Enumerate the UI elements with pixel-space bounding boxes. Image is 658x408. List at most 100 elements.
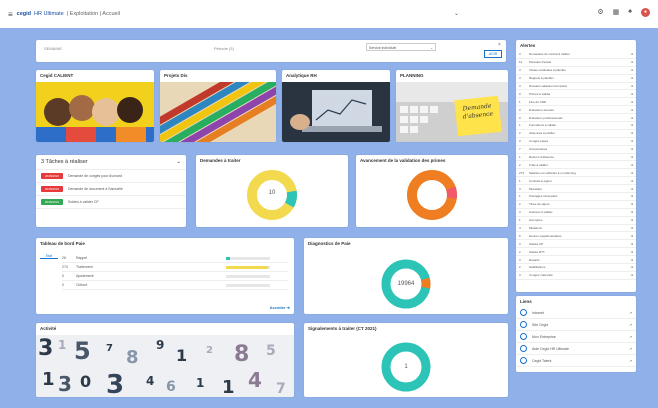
tab-etat[interactable]: Etat — [40, 254, 58, 259]
task-row[interactable]: 20/09/2022 Demande de congés pour Avonar… — [36, 170, 186, 183]
chevron-right-icon[interactable]: ➜ — [630, 258, 633, 262]
alert-item[interactable]: 6 Heures supplémentaires ➜ — [516, 232, 636, 241]
alert-item[interactable]: 2 Titres de séjour ➜ — [516, 201, 636, 209]
table-row[interactable]: 0 Ajustement — [62, 272, 288, 281]
alert-item[interactable]: 3 Congés maternité ➜ — [516, 272, 636, 280]
link-item[interactable]: Cegid Talent ↗ — [516, 355, 636, 367]
bell-icon[interactable]: ♠ — [628, 8, 632, 17]
alert-item[interactable]: 0 Entretiens professionnels ➜ — [516, 114, 636, 123]
alert-count: 1 — [519, 178, 521, 183]
chevron-right-icon[interactable]: ➜ — [630, 100, 633, 104]
chevron-right-icon[interactable]: ➜ — [630, 171, 633, 175]
bonus-validation-card[interactable]: Avancement de la validation des primes 3… — [356, 155, 508, 227]
diagnostics-card[interactable]: Diagnostics de Paie 19964 — [304, 238, 508, 314]
chevron-right-icon[interactable]: ➜ — [630, 218, 633, 222]
alert-item[interactable]: 3 Visites médicales à planifier ➜ — [516, 67, 636, 75]
chevron-right-icon[interactable]: ➜ — [630, 84, 633, 88]
alert-item[interactable]: 11 Périodes d'essai ➜ — [516, 59, 636, 67]
chevron-right-icon[interactable]: ➜ — [630, 108, 633, 112]
chevron-right-icon[interactable]: ➜ — [630, 131, 633, 135]
alert-item[interactable]: 3 Avances à valider ➜ — [516, 209, 636, 217]
link-item[interactable]: Aide Cegid HR Ultimate ↗ — [516, 343, 636, 355]
chart-icon[interactable]: ▦ — [613, 8, 620, 17]
chevron-right-icon[interactable]: ➜ — [630, 60, 633, 64]
close-icon[interactable]: × — [498, 42, 501, 48]
alert-item[interactable]: 7 Anniversaires ➜ — [516, 146, 636, 154]
alert-item[interactable]: 0 Entretiens annuels ➜ — [516, 106, 636, 115]
week-filter[interactable]: SEMAINE — [44, 46, 62, 51]
chevron-right-icon[interactable]: ➜ — [630, 68, 633, 72]
planning-card[interactable]: PLANNING Demande d'absence — [396, 70, 508, 142]
alert-item[interactable]: 3 Soldes CP ➜ — [516, 240, 636, 249]
external-link-icon[interactable]: ↗ — [629, 359, 632, 363]
alert-item[interactable]: 2 Soldes RTT ➜ — [516, 248, 636, 257]
cegid-card[interactable]: Cegid CALIENT — [36, 70, 154, 142]
alert-item[interactable]: 2 Habilitations ➜ — [516, 264, 636, 272]
chevron-right-icon[interactable]: ➜ — [630, 265, 633, 269]
apply-button[interactable]: AGIR — [484, 50, 502, 58]
external-link-icon[interactable]: ↗ — [629, 323, 632, 327]
chevron-right-icon[interactable]: ➜ — [630, 116, 633, 120]
alert-item[interactable]: 2 Frais à valider ➜ — [516, 161, 636, 170]
chevron-right-icon[interactable]: ➜ — [630, 155, 633, 159]
chevron-right-icon[interactable]: ➜ — [630, 273, 633, 277]
chevron-right-icon[interactable]: ➜ — [630, 123, 633, 127]
chevron-right-icon[interactable]: ➜ — [630, 92, 633, 96]
alert-item[interactable]: 1 Retours d'absence ➜ — [516, 154, 636, 162]
task-row[interactable]: 20/09/2022 Demande de document à Samuell… — [36, 183, 186, 196]
chevron-down-icon[interactable]: ⌄ — [454, 10, 459, 17]
alert-item[interactable]: 3 Mutuelles ➜ — [516, 185, 636, 194]
hamburger-menu-icon[interactable]: ≡ — [8, 10, 13, 19]
chevron-right-icon[interactable]: ➜ — [630, 52, 633, 56]
alert-item[interactable]: 0 Primes à valider ➜ — [516, 90, 636, 99]
external-link-icon[interactable]: ↗ — [629, 311, 632, 315]
alert-item[interactable]: 1 Fins de CDD ➜ — [516, 98, 636, 107]
chevron-right-icon[interactable]: ➜ — [630, 139, 633, 143]
external-link-icon[interactable]: ↗ — [629, 347, 632, 351]
service-select[interactable]: Service individuel ⌄ — [366, 43, 436, 51]
link-item[interactable]: Intranet ↗ — [516, 307, 636, 319]
reports-card[interactable]: Signalements à traiter (CT 2021) 1 — [304, 323, 508, 397]
alert-item[interactable]: 3 Dossiers salariés incomplets ➜ — [516, 83, 636, 91]
task-row[interactable]: 20/09/2022 Soldes à valider CP — [36, 196, 186, 209]
chevron-down-icon[interactable]: ⌄ — [176, 159, 181, 165]
alert-item[interactable]: 4 Mutations ➜ — [516, 225, 636, 233]
chevron-right-icon[interactable]: ➜ — [630, 179, 633, 183]
link-item[interactable]: Mon Entreprise ↗ — [516, 331, 636, 343]
avatar[interactable]: ● — [641, 8, 650, 17]
chevron-right-icon[interactable]: ➜ — [630, 234, 633, 238]
alert-item[interactable]: 1 Pointages incomplets ➜ — [516, 193, 636, 201]
alert-item[interactable]: 3 Départs ➜ — [516, 256, 636, 265]
brand-logo[interactable]: cegid — [17, 11, 31, 17]
chevron-right-icon[interactable]: ➜ — [630, 147, 633, 151]
alert-item[interactable]: 3 Rappels à planifier ➜ — [516, 75, 636, 83]
chevron-right-icon[interactable]: ➜ — [630, 202, 633, 206]
chevron-right-icon[interactable]: ➜ — [630, 163, 633, 167]
chevron-right-icon[interactable]: ➜ — [630, 194, 633, 198]
chevron-right-icon[interactable]: ➜ — [630, 187, 633, 191]
period-filter[interactable]: Période (3) — [214, 46, 234, 51]
alert-item[interactable]: 3 Demandes de contrat à valider ➜ — [516, 51, 636, 59]
requests-card[interactable]: Demandes à traiter 10 — [196, 155, 348, 227]
link-item[interactable]: Site Cegid ↗ — [516, 319, 636, 331]
chevron-right-icon[interactable]: ➜ — [630, 226, 633, 230]
table-row[interactable]: 26 Rappel — [62, 254, 288, 263]
alert-item[interactable]: 1 Acomptes ➜ — [516, 217, 636, 225]
activity-card[interactable]: Activité 31 57 89 12 85 13 03 46 11 47 — [36, 323, 294, 397]
table-row[interactable]: 0 Clôturé — [62, 281, 288, 290]
gear-icon[interactable]: ⚙ — [597, 8, 603, 17]
alert-item[interactable]: 1 Formations à valider ➜ — [516, 122, 636, 130]
projects-card[interactable]: Projets Dis — [160, 70, 276, 142]
alert-item[interactable]: 273 Salariés non affectés à un planning ➜ — [516, 169, 636, 178]
chevron-right-icon[interactable]: ➜ — [630, 250, 633, 254]
analytics-card[interactable]: Analytique RH — [282, 70, 390, 142]
alert-item[interactable]: 1 Contrats à signer ➜ — [516, 177, 636, 186]
external-link-icon[interactable]: ↗ — [629, 335, 632, 339]
access-link[interactable]: Accéder ➜ — [270, 305, 290, 310]
table-row[interactable]: 274 Traitement — [62, 263, 288, 272]
alert-item[interactable]: 2 Absences à justifier ➜ — [516, 130, 636, 138]
chevron-right-icon[interactable]: ➜ — [630, 210, 633, 214]
chevron-right-icon[interactable]: ➜ — [630, 242, 633, 246]
chevron-right-icon[interactable]: ➜ — [630, 76, 633, 80]
alert-item[interactable]: 0 Congés payés ➜ — [516, 138, 636, 146]
